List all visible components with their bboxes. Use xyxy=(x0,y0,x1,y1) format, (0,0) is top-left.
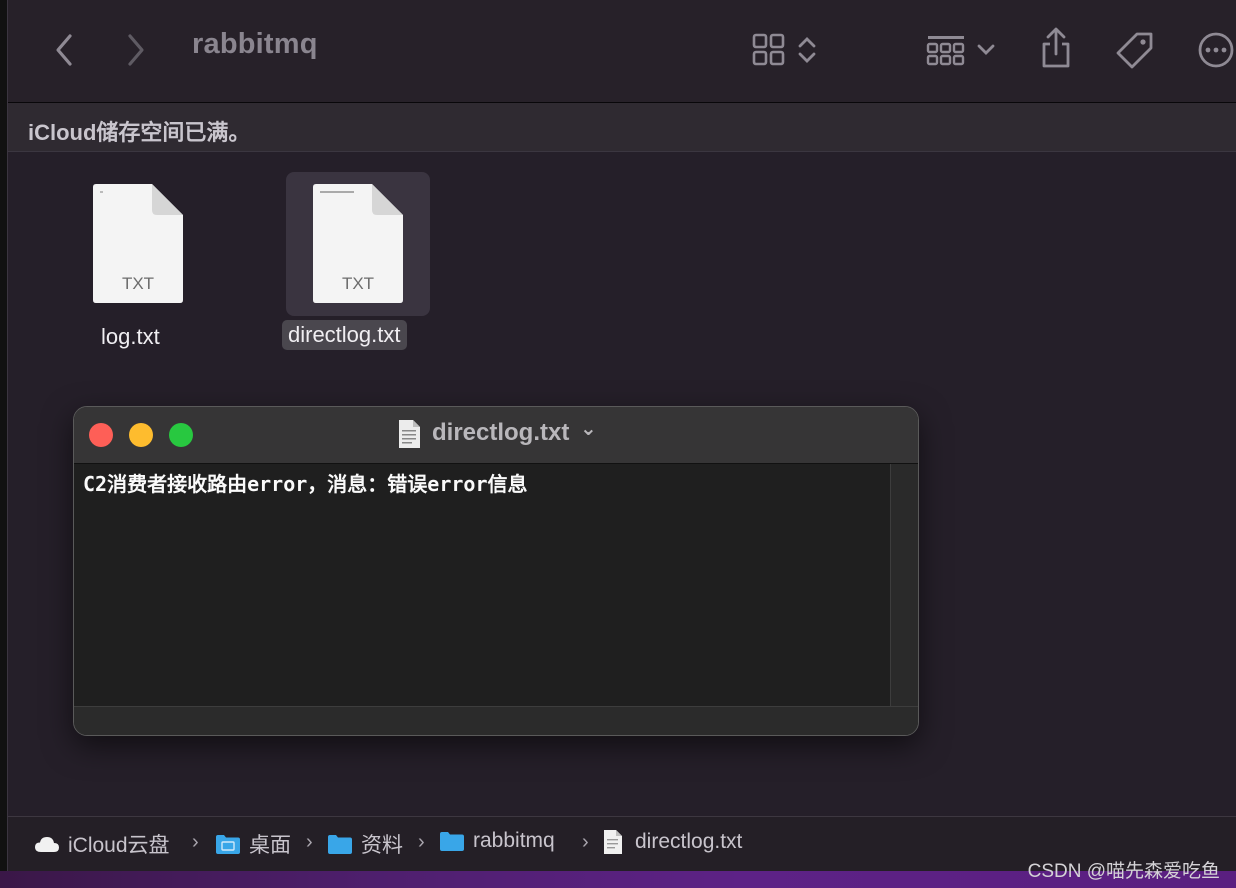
file-item-directlog[interactable]: TXT directlog.txt xyxy=(282,178,416,358)
icloud-storage-banner[interactable]: iCloud储存空间已满。 xyxy=(8,103,1236,152)
path-separator: › xyxy=(418,831,425,853)
finder-toolbar: rabbitmq xyxy=(8,0,1236,103)
path-label: directlog.txt xyxy=(635,830,743,853)
chevron-left-icon xyxy=(56,34,72,66)
path-item-directlog[interactable]: directlog.txt xyxy=(603,829,742,855)
document-icon xyxy=(604,830,622,854)
path-separator: › xyxy=(306,831,313,853)
path-item-rabbitmq[interactable]: rabbitmq xyxy=(439,829,555,853)
path-item-ziliao[interactable]: 资料 xyxy=(327,829,403,859)
path-label: 资料 xyxy=(361,834,403,857)
path-label: iCloud云盘 xyxy=(68,834,170,857)
tag-icon xyxy=(1116,32,1153,69)
path-item-desktop[interactable]: 桌面 xyxy=(215,829,291,859)
share-button[interactable] xyxy=(1036,24,1076,72)
path-separator: › xyxy=(192,831,199,853)
title-chevron-icon: ⌄ xyxy=(580,418,597,440)
folder-icon xyxy=(216,835,240,854)
folder-icon xyxy=(328,835,352,854)
preview-window[interactable]: directlog.txt ⌄ C2消费者接收路由error，消息：错误erro… xyxy=(73,406,919,736)
preview-window-title-text: directlog.txt xyxy=(432,419,570,446)
file-item-log[interactable]: TXT log.txt xyxy=(80,178,196,358)
cloud-icon xyxy=(35,837,59,852)
group-by-button[interactable] xyxy=(922,30,1000,70)
path-item-icloud[interactable]: iCloud云盘 xyxy=(34,829,170,859)
minimize-window-button[interactable] xyxy=(129,423,153,447)
vertical-scrollbar[interactable] xyxy=(890,464,918,706)
path-label: 桌面 xyxy=(249,834,291,857)
file-name: log.txt xyxy=(101,324,160,349)
path-separator: › xyxy=(582,831,589,853)
tag-button[interactable] xyxy=(1112,28,1158,72)
text-content: C2消费者接收路由error，消息：错误error信息 xyxy=(83,472,528,496)
window-title: rabbitmq xyxy=(192,28,318,60)
share-icon xyxy=(1042,27,1070,68)
preview-window-title[interactable]: directlog.txt ⌄ xyxy=(432,418,597,447)
file-type-label: TXT xyxy=(341,274,375,293)
file-type-label: TXT xyxy=(121,274,155,293)
more-actions-button[interactable] xyxy=(1196,30,1236,70)
file-name-selected: directlog.txt xyxy=(282,320,407,350)
zoom-window-button[interactable] xyxy=(169,423,193,447)
icon-grid-icon xyxy=(752,33,785,66)
chevron-down-icon xyxy=(977,44,995,55)
close-window-button[interactable] xyxy=(89,423,113,447)
watermark: CSDN @喵先森爱吃鱼 xyxy=(1027,861,1220,882)
preview-window-titlebar[interactable]: directlog.txt ⌄ xyxy=(74,407,918,464)
text-content-area[interactable]: C2消费者接收路由error，消息：错误error信息 xyxy=(74,464,890,706)
chevron-up-down-icon xyxy=(798,37,816,63)
document-icon xyxy=(399,420,420,448)
horizontal-scrollbar[interactable] xyxy=(74,706,918,735)
back-button[interactable] xyxy=(48,30,80,70)
chevron-right-icon xyxy=(128,34,144,66)
group-by-icon xyxy=(926,36,965,66)
view-mode-button[interactable] xyxy=(746,30,824,70)
path-label: rabbitmq xyxy=(473,829,555,852)
ellipsis-circle-icon xyxy=(1198,32,1234,68)
folder-icon xyxy=(440,832,464,851)
forward-button[interactable] xyxy=(120,30,152,70)
banner-text: iCloud储存空间已满。 xyxy=(28,120,251,145)
window-left-edge xyxy=(0,0,8,888)
